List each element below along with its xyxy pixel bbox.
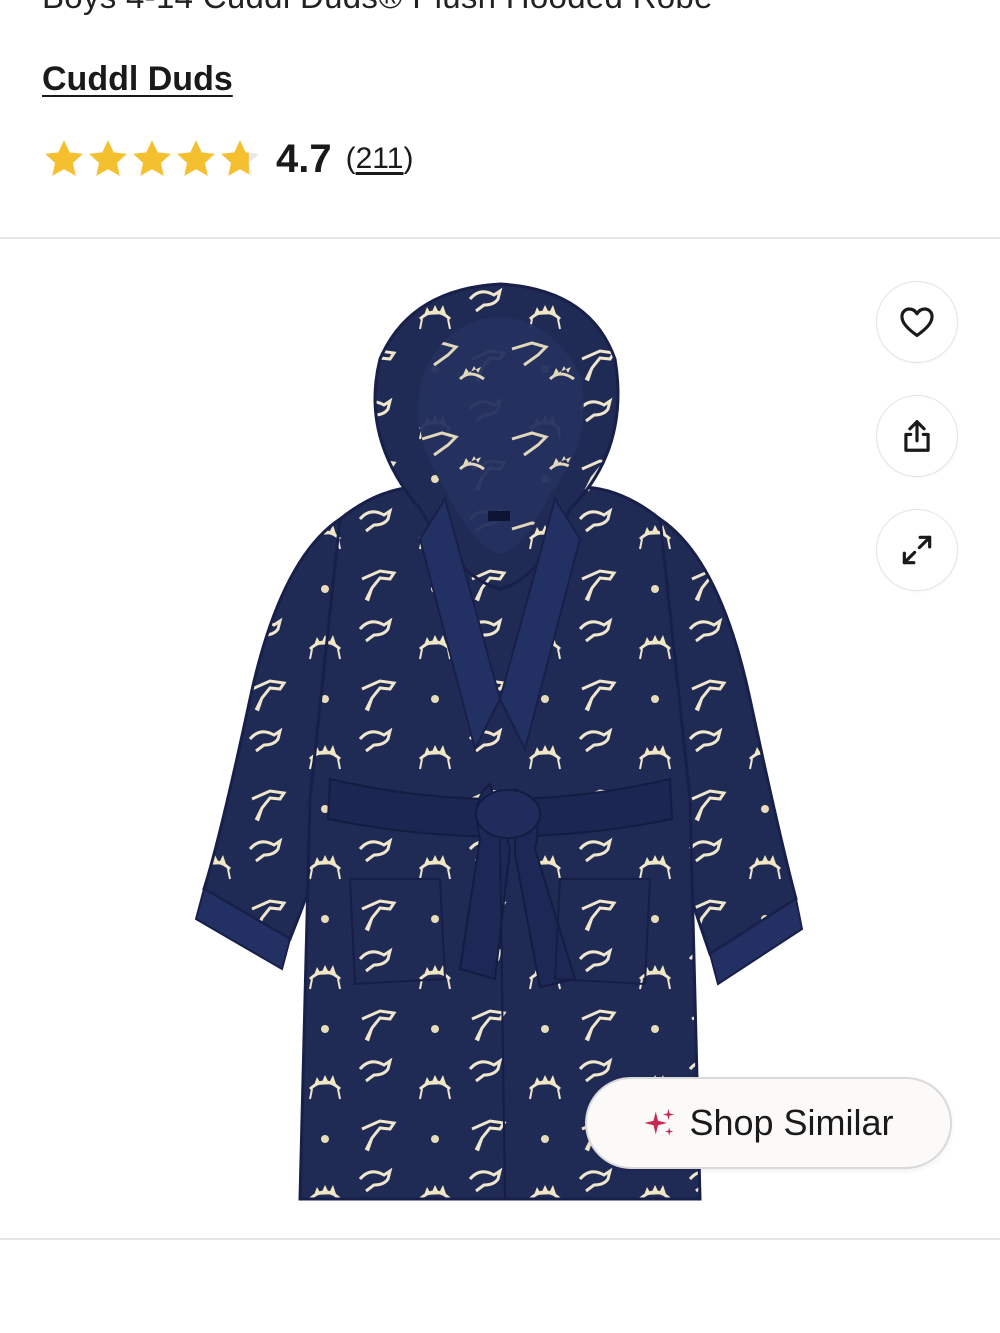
- product-page: Boys 4-14 Cuddl Duds® Plush Hooded Robe …: [0, 0, 1000, 1333]
- favorite-button[interactable]: [876, 281, 958, 363]
- divider: [0, 1238, 1000, 1240]
- share-button[interactable]: [876, 395, 958, 477]
- sparkle-icon: [644, 1108, 675, 1136]
- rating-value: 4.7: [276, 136, 332, 181]
- star-rating: [42, 137, 262, 181]
- star-icon: [177, 140, 215, 176]
- star-icon: [133, 140, 171, 176]
- star-icon: [45, 140, 83, 176]
- product-image-gallery[interactable]: Shop Similar: [0, 239, 1000, 1238]
- expand-button[interactable]: [876, 509, 958, 591]
- expand-icon: [902, 535, 932, 565]
- rating-row[interactable]: 4.7 (211): [42, 134, 413, 184]
- star-partial-icon: [221, 140, 259, 176]
- review-count[interactable]: 211: [356, 142, 404, 175]
- review-count-link[interactable]: (211): [346, 142, 414, 176]
- star-icon: [89, 140, 127, 176]
- shop-similar-label: Shop Similar: [689, 1102, 894, 1143]
- share-icon: [904, 420, 930, 452]
- shop-similar-button[interactable]: Shop Similar: [585, 1077, 952, 1169]
- product-image[interactable]: [190, 279, 810, 1209]
- product-title: Boys 4-14 Cuddl Duds® Plush Hooded Robe: [42, 0, 713, 16]
- brand-link[interactable]: Cuddl Duds: [42, 60, 233, 99]
- heart-icon: [900, 307, 934, 338]
